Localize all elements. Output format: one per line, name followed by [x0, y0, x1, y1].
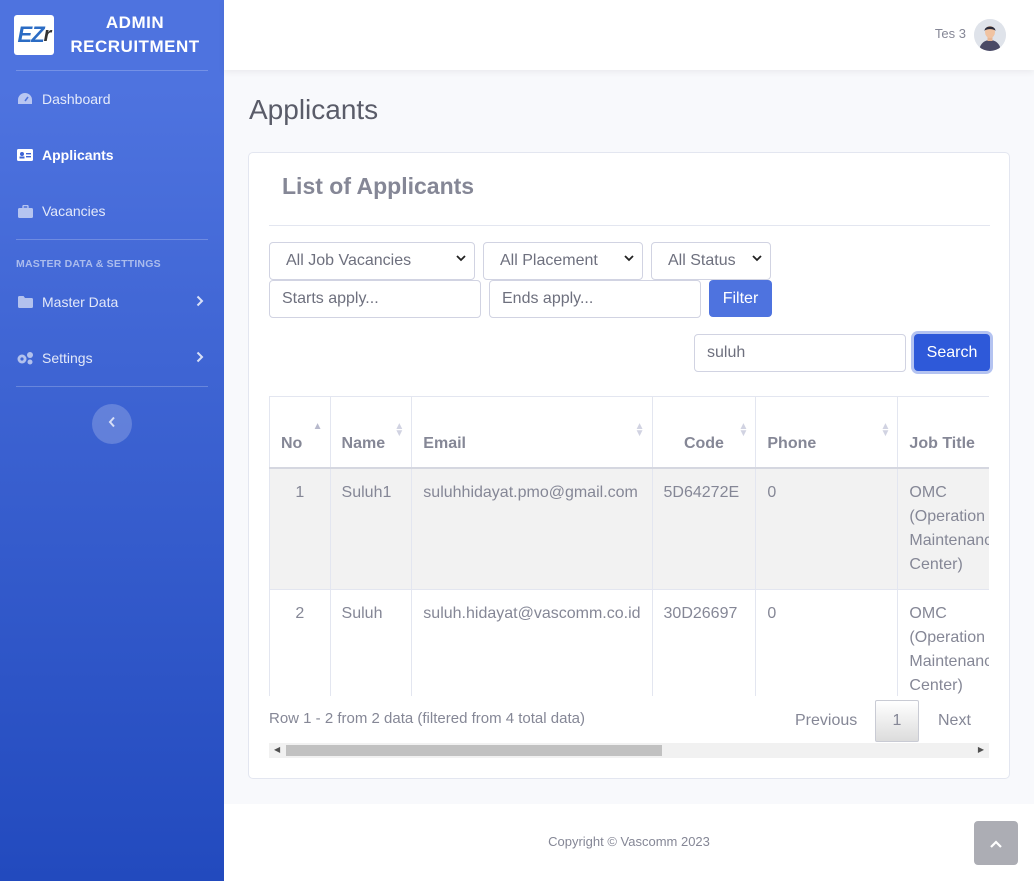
sidebar-item-dashboard[interactable]: Dashboard: [0, 71, 224, 127]
cell-no: 1: [269, 467, 331, 590]
sidebar-item-label: Master Data: [42, 294, 119, 310]
folder-icon: [16, 295, 34, 309]
column-header-phone[interactable]: Phone ▲ ▼: [755, 396, 899, 469]
sidebar-toggle-button[interactable]: [92, 404, 132, 444]
starts-apply-placeholder: Starts apply...: [282, 290, 379, 307]
column-header-code[interactable]: Code ▲ ▼: [651, 396, 757, 469]
table-header-row: No ▲ Name ▲ ▼ Email ▲ ▼ Code ▲ ▼ Phone ▲ ▼ Job Ti…: [269, 396, 989, 469]
sidebar-item-vacancies[interactable]: Vacancies: [0, 183, 224, 239]
placement-select[interactable]: All Placement: [483, 242, 643, 280]
table-info: Row 1 - 2 from 2 data (filtered from 4 t…: [269, 710, 585, 727]
chevron-left-icon: [108, 415, 116, 433]
status-select-value: All Status: [668, 252, 736, 269]
sidebar-item-settings[interactable]: Settings: [0, 330, 224, 386]
table-row[interactable]: 1 Suluh1 suluhhidayat.pmo@gmail.com 5D64…: [269, 467, 989, 590]
sort-icon: ▲ ▼: [880, 421, 891, 439]
sort-icon: ▲ ▼: [634, 421, 645, 439]
status-select[interactable]: All Status: [651, 242, 771, 280]
sort-icon: ▲ ▼: [394, 421, 405, 439]
cell-code: 30D26697: [651, 588, 757, 696]
column-header-email[interactable]: Email ▲ ▼: [411, 396, 653, 469]
avatar[interactable]: [974, 19, 1006, 51]
dashboard-icon: [16, 92, 34, 106]
pagination: Previous: [795, 700, 857, 742]
search-input[interactable]: suluh: [694, 334, 906, 372]
sidebar-item-label: Applicants: [42, 147, 114, 163]
sidebar-heading: MASTER DATA & SETTINGS: [16, 258, 161, 270]
cell-code: 5D64272E: [651, 467, 757, 590]
column-header-label: Phone: [767, 434, 817, 452]
ends-apply-placeholder: Ends apply...: [502, 290, 594, 307]
starts-apply-input[interactable]: Starts apply...: [269, 280, 481, 318]
brand-title: ADMIN RECRUITMENT: [70, 13, 200, 56]
footer: Copyright © Vascomm 2023: [224, 804, 1034, 881]
scroll-to-top-button[interactable]: [974, 821, 1018, 865]
cell-name: Suluh: [329, 588, 413, 696]
column-header-job-title[interactable]: Job Title: [897, 396, 989, 469]
horizontal-scrollbar[interactable]: ◀ ▶: [269, 743, 989, 758]
cell-phone: 0: [755, 467, 899, 590]
column-header-name[interactable]: Name ▲ ▼: [329, 396, 413, 469]
previous-page-button[interactable]: Previous: [795, 712, 857, 730]
sort-icon: ▲ ▼: [738, 421, 749, 439]
cell-name: Suluh1: [329, 467, 413, 590]
chevron-up-icon: [990, 835, 1002, 851]
card-title: List of Applicants: [282, 173, 475, 199]
cell-phone: 0: [755, 588, 899, 696]
brand-logo: EZ r: [14, 15, 54, 55]
job-vacancy-select[interactable]: All Job Vacancies: [269, 242, 475, 280]
briefcase-icon: [16, 204, 34, 218]
chevron-down-icon: [624, 253, 634, 265]
column-header-no[interactable]: No ▲: [269, 396, 331, 469]
copyright-text: Copyright © Vascomm 2023: [548, 834, 710, 849]
applicants-card: List of Applicants All Job Vacancies All…: [248, 152, 1010, 779]
sidebar-divider: [16, 386, 208, 387]
page-title: Applicants: [249, 94, 379, 125]
column-header-label: Job Title: [909, 434, 975, 452]
scroll-right-icon[interactable]: ▶: [978, 745, 984, 754]
placement-select-value: All Placement: [500, 252, 598, 269]
search-button[interactable]: Search: [914, 334, 990, 371]
sidebar-item-label: Settings: [42, 350, 93, 366]
column-header-label: Name: [341, 434, 386, 452]
table-row[interactable]: 2 Suluh suluh.hidayat@vascomm.co.id 30D2…: [269, 588, 989, 696]
id-card-icon: [16, 148, 34, 162]
chevron-right-icon: [196, 295, 204, 310]
cell-no: 2: [269, 588, 331, 696]
pagination-current: 1: [875, 700, 919, 742]
page-1-button[interactable]: 1: [875, 700, 919, 742]
scroll-left-icon[interactable]: ◀: [274, 745, 280, 754]
applicants-table-wrapper: No ▲ Name ▲ ▼ Email ▲ ▼ Code ▲ ▼ Phone ▲ ▼ Job Ti…: [269, 396, 989, 696]
chevron-down-icon: [752, 253, 762, 265]
sidebar-item-master-data[interactable]: Master Data: [0, 274, 224, 330]
cell-job-title: OMC (Operation Maintenance Center): [897, 467, 989, 590]
cell-email: suluhhidayat.pmo@gmail.com: [411, 467, 653, 590]
applicants-table: No ▲ Name ▲ ▼ Email ▲ ▼ Code ▲ ▼ Phone ▲ ▼ Job Ti…: [269, 396, 989, 696]
cell-email: suluh.hidayat@vascomm.co.id: [411, 588, 653, 696]
sidebar-item-label: Vacancies: [42, 203, 106, 219]
cell-job-title: OMC (Operation Maintenance Center): [897, 588, 989, 696]
cogs-icon: [16, 351, 34, 365]
brand[interactable]: EZ r ADMIN RECRUITMENT: [0, 0, 224, 70]
next-page-button[interactable]: Next: [938, 712, 971, 730]
column-header-label: No: [281, 434, 303, 452]
sidebar-item-label: Dashboard: [42, 91, 111, 107]
sidebar-item-applicants[interactable]: Applicants: [0, 127, 224, 183]
card-divider: [269, 225, 990, 226]
sort-icon: ▲: [312, 421, 323, 432]
pagination-next: Next: [938, 700, 971, 742]
chevron-down-icon: [456, 253, 466, 265]
topbar: Tes 3: [224, 0, 1034, 70]
user-name[interactable]: Tes 3: [935, 26, 966, 41]
job-vacancy-select-value: All Job Vacancies: [286, 252, 412, 269]
chevron-right-icon: [196, 351, 204, 366]
column-header-label: Email: [423, 434, 466, 452]
filter-button[interactable]: Filter: [709, 280, 772, 317]
column-header-label: Code: [683, 434, 724, 452]
sidebar: EZ r ADMIN RECRUITMENT Dashboard Applican…: [0, 0, 224, 881]
scrollbar-thumb[interactable]: [286, 745, 662, 756]
ends-apply-input[interactable]: Ends apply...: [489, 280, 701, 318]
search-input-value: suluh: [707, 344, 746, 361]
